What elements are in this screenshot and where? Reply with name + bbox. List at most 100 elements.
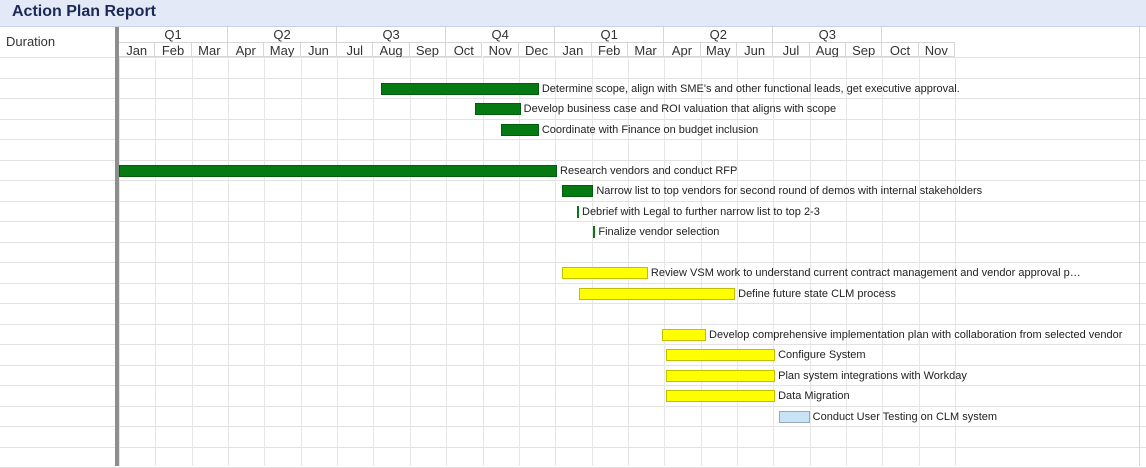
row-divider [0,118,1146,120]
task-label: Develop comprehensive implementation pla… [709,328,1123,341]
right-edge-line [1139,27,1140,466]
quarter-header-1: Q1 [119,27,229,42]
month-gridline [627,57,629,466]
month-header-19: Jul [773,42,810,58]
task-bar[interactable] [119,164,558,177]
task-label: Finalize vendor selection [598,226,720,238]
month-header-18: Jun [736,42,774,58]
month-gridline [300,57,302,466]
row-divider [0,77,1146,79]
month-header-7: Jul [337,42,374,58]
task-bar[interactable] [578,287,736,300]
month-gridline [700,57,702,466]
row-divider [0,180,1146,181]
row-divider [0,57,1146,58]
month-header-11: Nov [482,42,519,58]
task-label: Plan system integrations with Workday [778,369,967,382]
task-label: Research vendors and conduct RFP [560,164,738,177]
row-divider [0,98,1146,99]
task-bar[interactable] [475,103,521,115]
task-label: Coordinate with Finance on budget inclus… [541,123,759,136]
quarter-header-3: Q3 [337,27,447,42]
month-header-6: Jun [300,42,338,58]
month-gridline [591,57,593,466]
task-bar[interactable] [666,390,776,402]
month-header-3: Mar [191,42,229,58]
row-divider [0,303,1146,304]
row-divider [0,282,1146,284]
row-divider [0,426,1146,427]
task-bar[interactable] [562,267,648,279]
month-header-20: Aug [809,42,846,58]
month-gridline [773,57,775,466]
task-bar[interactable] [562,185,594,197]
month-header-10: Oct [446,42,483,58]
month-header-22: Oct [882,42,919,58]
month-header-15: Mar [627,42,665,58]
month-gridline [555,57,557,466]
task-label: Define future state CLM process [738,287,896,300]
timeline-header: Q1 Q2 Q3 Q4 Q1 Q2 Q3 Jan Feb Mar Apr May Jun Jul Aug Se… [119,27,1146,58]
task-bar[interactable] [666,369,776,382]
task-bar[interactable] [577,205,579,218]
month-header-16: Apr [664,42,701,58]
task-bar[interactable] [500,123,539,136]
task-label: Determine scope, align with SME's and ot… [541,82,960,95]
task-bar[interactable] [380,82,539,95]
row-divider [0,221,1146,222]
task-label: Narrow list to top vendors for second ro… [596,185,983,197]
title-bar: Action Plan Report [0,0,1146,27]
task-bar[interactable] [666,349,776,361]
month-gridline [664,57,666,466]
month-header-5: May [264,42,301,58]
quarter-header-7: Q3 [773,27,883,42]
month-gridline [882,57,884,466]
panel-splitter[interactable] [115,27,119,466]
month-gridline [446,57,448,466]
month-header-9: Sep [409,42,447,58]
task-bar[interactable] [593,226,596,238]
month-header-14: Feb [591,42,628,58]
duration-header-label: Duration [6,34,56,49]
row-divider [0,262,1146,263]
row-divider [0,344,1146,345]
month-gridline [228,57,230,466]
row-divider [0,241,1146,243]
task-label: Debrief with Legal to further narrow lis… [582,205,820,218]
month-gridline [155,57,157,466]
row-divider [0,405,1146,407]
month-gridline [264,57,266,466]
month-gridline [809,57,811,466]
row-divider [0,323,1146,325]
report-title: Action Plan Report [12,3,157,20]
month-gridline [736,57,738,466]
month-gridline [955,57,957,466]
month-gridline [409,57,411,466]
row-divider [0,385,1146,386]
month-gridline [518,57,520,466]
quarter-header-2: Q2 [228,27,338,42]
quarter-header-6: Q2 [664,27,774,42]
task-label: Develop business case and ROI valuation … [523,103,837,115]
duration-column-header[interactable]: Duration [0,27,116,58]
month-gridline [846,57,847,466]
month-gridline [482,57,484,466]
row-divider [0,446,1146,448]
task-bar[interactable] [778,410,810,423]
month-gridline [337,57,339,466]
task-label: Conduct User Testing on CLM system [812,410,998,423]
month-header-21: Sep [846,42,883,58]
quarter-header-4: Q4 [446,27,556,42]
month-header-17: May [700,42,737,58]
month-gridline [918,57,920,466]
month-gridline [119,57,120,466]
gantt-grid [0,57,1146,468]
task-label: Review VSM work to understand current co… [650,267,1081,279]
task-bar[interactable] [662,328,707,341]
row-divider [0,139,1146,140]
row-divider [0,364,1146,366]
row-divider [0,159,1146,161]
task-label: Configure System [778,349,866,361]
month-header-13: Jan [555,42,592,58]
month-gridline [191,57,193,466]
